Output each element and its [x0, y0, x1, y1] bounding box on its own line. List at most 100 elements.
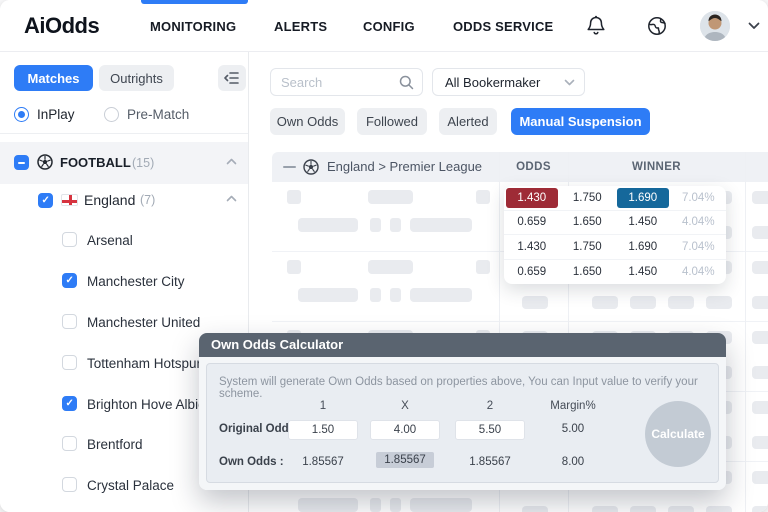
col-header-margin: Margin% — [538, 400, 608, 412]
team-checkbox[interactable] — [62, 314, 77, 329]
odds-row: 0.659 1.650 1.450 4.04% — [504, 260, 726, 285]
team-name: Manchester City — [87, 274, 185, 289]
own-odds-value-x: 1.85567 — [370, 454, 440, 466]
filter-manual-suspension[interactable]: Manual Suspension — [511, 108, 650, 135]
app-logo: AiOdds — [24, 13, 99, 39]
england-flag-icon — [61, 194, 78, 206]
odds-value[interactable]: 1.690 — [615, 235, 671, 259]
collapse-group-icon[interactable] — [283, 166, 296, 168]
filter-alerted[interactable]: Alerted — [439, 108, 497, 135]
england-collapse-icon[interactable] — [226, 195, 237, 202]
sidebar-divider — [0, 133, 248, 134]
col-header-x: X — [370, 400, 440, 412]
nav-item-monitoring[interactable]: MONITORING — [150, 19, 236, 34]
bookmaker-select[interactable]: All Bookermaker — [432, 68, 585, 96]
odds-row: 0.659 1.650 1.450 4.04% — [504, 211, 726, 236]
team-checkbox[interactable] — [62, 232, 77, 247]
radio-inplay-label: InPlay — [37, 107, 75, 122]
football-label: FOOTBALL — [60, 155, 131, 170]
column-header-odds: ODDS — [499, 152, 568, 182]
odds-value[interactable]: 0.659 — [504, 260, 560, 285]
radio-inplay-control[interactable] — [14, 107, 29, 122]
odds-value[interactable]: 1.750 — [560, 186, 616, 210]
team-name: Manchester United — [87, 315, 200, 330]
margin-percent: 4.04% — [671, 260, 727, 285]
column-header-winner: WINNER — [568, 152, 745, 182]
odds-value[interactable]: 1.650 — [560, 260, 616, 285]
odds-value[interactable]: 1.650 — [560, 211, 616, 235]
odds-value[interactable]: 1.750 — [560, 235, 616, 259]
own-odds-calculator-modal: Own Odds Calculator System will generate… — [199, 333, 726, 490]
team-name: Arsenal — [87, 233, 133, 248]
odds-value[interactable]: 0.659 — [504, 211, 560, 235]
odds-value[interactable]: 1.430 — [504, 235, 560, 259]
search-input[interactable] — [281, 69, 396, 95]
filter-own-odds[interactable]: Own Odds — [270, 108, 345, 135]
radio-prematch[interactable]: Pre-Match — [104, 107, 189, 122]
table-header: England > Premier League ODDS WINNER — [272, 152, 768, 182]
league-breadcrumb: England > Premier League — [327, 152, 482, 182]
football-count: (15) — [132, 156, 154, 170]
odds-value-lowest[interactable]: 1.430 — [506, 188, 559, 209]
modal-title: Own Odds Calculator — [199, 333, 726, 357]
odds-value[interactable]: 1.450 — [615, 260, 671, 285]
bookmaker-selected-value: All Bookermaker — [445, 75, 540, 90]
search-icon — [399, 75, 414, 90]
team-name: Brighton Hove Albion — [87, 397, 213, 412]
modal-body: System will generate Own Odds based on p… — [199, 357, 726, 490]
football-icon — [37, 154, 53, 170]
team-name: Crystal Palace — [87, 478, 174, 493]
nav-item-config[interactable]: CONFIG — [363, 19, 415, 34]
collapse-sidebar-button[interactable] — [218, 65, 246, 91]
calculator-panel: System will generate Own Odds based on p… — [206, 363, 719, 483]
top-nav: AiOdds MONITORING ALERTS CONFIG ODDS SER… — [0, 0, 768, 52]
england-count: (7) — [140, 193, 155, 207]
margin-percent: 4.04% — [671, 211, 727, 235]
team-name: Brentford — [87, 437, 143, 452]
own-margin-value: 8.00 — [538, 456, 608, 468]
radio-inplay[interactable]: InPlay — [14, 107, 75, 122]
odds-value[interactable]: 1.450 — [615, 211, 671, 235]
own-odds-value-2: 1.85567 — [455, 456, 525, 468]
calculate-button[interactable]: Calculate — [645, 401, 711, 467]
team-checkbox[interactable] — [62, 477, 77, 492]
app-window: AiOdds MONITORING ALERTS CONFIG ODDS SER… — [0, 0, 768, 512]
team-checkbox[interactable] — [62, 273, 77, 288]
odds-value-highest[interactable]: 1.690 — [617, 188, 670, 209]
column-divider — [745, 152, 746, 512]
nav-item-alerts[interactable]: ALERTS — [274, 19, 327, 34]
margin-percent: 7.04% — [671, 186, 727, 210]
england-checkbox[interactable] — [38, 193, 53, 208]
bell-icon[interactable] — [586, 15, 606, 37]
team-checkbox[interactable] — [62, 436, 77, 451]
tree-group-football[interactable]: FOOTBALL (15) — [0, 142, 248, 184]
original-odds-input-x[interactable] — [370, 420, 440, 440]
team-checkbox[interactable] — [62, 355, 77, 370]
chevron-down-icon[interactable] — [748, 22, 760, 30]
team-name: Tottenham Hotspur — [87, 356, 201, 371]
original-odds-input-1[interactable] — [288, 420, 358, 440]
football-checkbox[interactable] — [14, 155, 29, 170]
tab-outrights[interactable]: Outrights — [99, 65, 174, 91]
radio-prematch-label: Pre-Match — [127, 107, 189, 122]
tab-matches[interactable]: Matches — [14, 65, 93, 91]
own-odds-value-1: 1.85567 — [288, 456, 358, 468]
own-odds-label: Own Odds : — [219, 456, 284, 468]
team-checkbox[interactable] — [62, 396, 77, 411]
col-header-2: 2 — [455, 400, 525, 412]
odds-row: 1.430 1.750 1.690 7.04% — [504, 235, 726, 260]
nav-item-odds-service[interactable]: ODDS SERVICE — [453, 19, 553, 34]
original-odds-input-2[interactable] — [455, 420, 525, 440]
football-collapse-icon[interactable] — [226, 158, 237, 165]
chevron-down-icon — [564, 79, 575, 86]
radio-prematch-control[interactable] — [104, 107, 119, 122]
globe-icon[interactable] — [647, 16, 667, 36]
user-avatar[interactable] — [700, 11, 730, 41]
filter-followed[interactable]: Followed — [357, 108, 427, 135]
col-header-1: 1 — [288, 400, 358, 412]
football-icon — [303, 159, 319, 175]
active-tab-indicator — [141, 0, 248, 4]
calculator-description: System will generate Own Odds based on p… — [219, 376, 718, 400]
original-margin-value: 5.00 — [538, 423, 608, 435]
search-box[interactable] — [270, 68, 423, 96]
